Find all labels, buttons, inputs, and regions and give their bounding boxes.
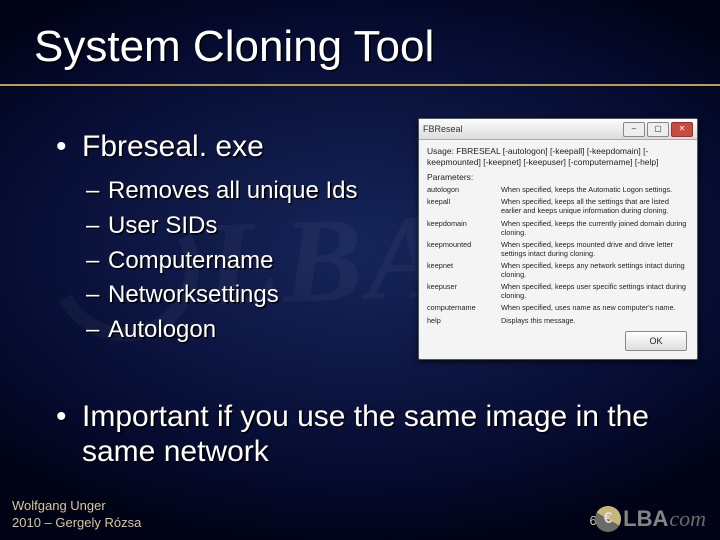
sub-bullet: Networksettings bbox=[86, 278, 357, 313]
dialog-title-text: FBReseal bbox=[423, 124, 621, 134]
logo-text-1: LBA bbox=[623, 506, 668, 532]
fbreseal-dialog: FBReseal – ▢ ✕ Usage: FBRESEAL [-autolog… bbox=[418, 118, 698, 360]
dialog-titlebar: FBReseal – ▢ ✕ bbox=[419, 119, 697, 140]
logo: € LBA com bbox=[595, 506, 706, 532]
title-underline bbox=[0, 84, 720, 86]
ok-button[interactable]: OK bbox=[625, 331, 687, 351]
logo-text-2: com bbox=[669, 506, 706, 532]
dialog-buttons: OK bbox=[625, 331, 687, 351]
important-note: • Important if you use the same image in… bbox=[56, 400, 690, 469]
sub-bullet-list: Removes all unique Ids User SIDs Compute… bbox=[86, 174, 357, 348]
close-button[interactable]: ✕ bbox=[671, 122, 693, 137]
slide: LBAcom System Cloning Tool Fbreseal. exe… bbox=[0, 0, 720, 540]
footer-author: Wolfgang Unger bbox=[12, 498, 141, 515]
dialog-params-label: Parameters: bbox=[427, 172, 689, 182]
param-row: keepmountedWhen specified, keeps mounted… bbox=[427, 240, 689, 258]
minimize-button[interactable]: – bbox=[623, 122, 645, 137]
bullet-list: Fbreseal. exe Removes all unique Ids Use… bbox=[56, 130, 357, 348]
important-text: Important if you use the same image in t… bbox=[56, 400, 690, 469]
maximize-button[interactable]: ▢ bbox=[647, 122, 669, 137]
param-row: keepdomainWhen specified, keeps the curr… bbox=[427, 219, 689, 237]
sub-bullet: User SIDs bbox=[86, 209, 357, 244]
param-row: keepallWhen specified, keeps all the set… bbox=[427, 197, 689, 215]
param-row: helpDisplays this message. bbox=[427, 316, 689, 325]
footer-year: 2010 – Gergely Rózsa bbox=[12, 515, 141, 532]
param-row: keepnetWhen specified, keeps any network… bbox=[427, 261, 689, 279]
bullet-top-text: Fbreseal. exe bbox=[82, 130, 264, 163]
sub-bullet: Autologon bbox=[86, 313, 357, 348]
sub-bullet: Removes all unique Ids bbox=[86, 174, 357, 209]
slide-title: System Cloning Tool bbox=[34, 22, 434, 72]
param-row: autologonWhen specified, keeps the Autom… bbox=[427, 185, 689, 194]
dialog-usage: Usage: FBRESEAL [-autologon] [-keepall] … bbox=[427, 146, 689, 167]
bullet-top: Fbreseal. exe Removes all unique Ids Use… bbox=[56, 130, 357, 348]
footer: Wolfgang Unger 2010 – Gergely Rózsa bbox=[12, 498, 141, 532]
logo-mark-icon: € bbox=[595, 506, 621, 532]
dialog-body: Usage: FBRESEAL [-autologon] [-keepall] … bbox=[419, 140, 697, 334]
param-row: keepuserWhen specified, keeps user speci… bbox=[427, 282, 689, 300]
param-row: computernameWhen specified, uses name as… bbox=[427, 303, 689, 312]
sub-bullet: Computername bbox=[86, 244, 357, 279]
